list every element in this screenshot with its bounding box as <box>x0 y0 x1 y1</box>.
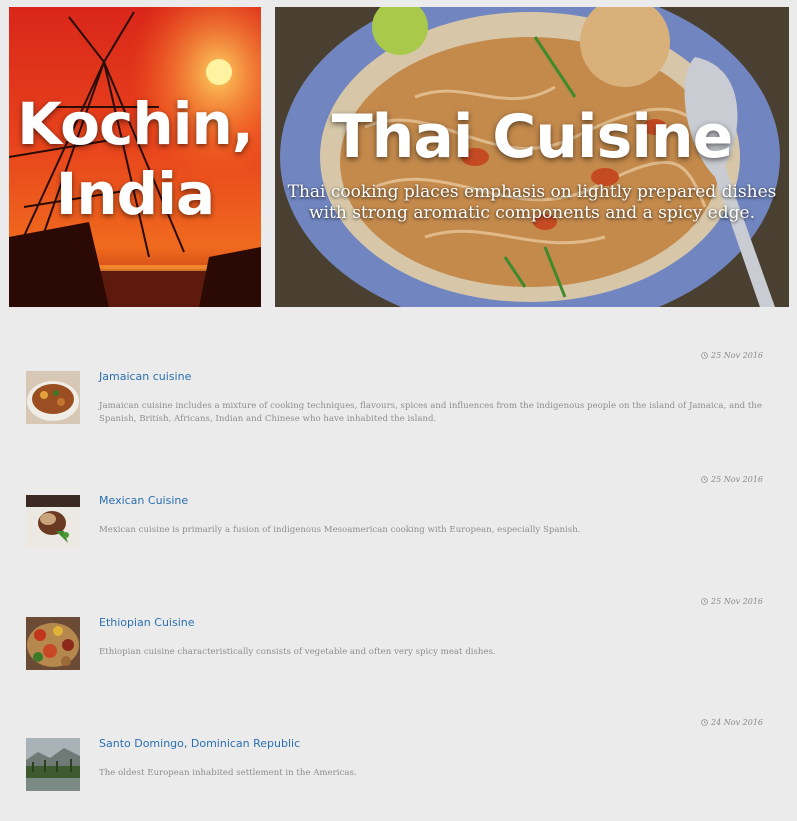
article-date-text: 25 Nov 2016 <box>711 597 763 606</box>
hero-card-kochin[interactable]: Kochin, India <box>9 7 261 307</box>
article-date: 25 Nov 2016 <box>701 597 763 606</box>
clock-icon <box>701 476 708 483</box>
ethiopian-platter-thumbnail[interactable] <box>26 617 80 670</box>
article-summary: Mexican cuisine is primarily a fusion of… <box>99 525 581 535</box>
article-date: 25 Nov 2016 <box>701 351 763 360</box>
clock-icon <box>701 598 708 605</box>
article-item-ethiopian: 25 Nov 2016 Ethiopian Cuisine Ethiopian … <box>9 597 789 707</box>
article-title-link[interactable]: Jamaican cuisine <box>99 370 191 383</box>
hero-thai-title: Thai Cuisine <box>331 102 734 172</box>
article-title-link[interactable]: Ethiopian Cuisine <box>99 616 195 629</box>
article-date-text: 24 Nov 2016 <box>711 718 763 727</box>
article-summary: Ethiopian cuisine characteristically con… <box>99 647 496 657</box>
article-date: 25 Nov 2016 <box>701 475 763 484</box>
article-summary: The oldest European inhabited settlement… <box>99 768 357 778</box>
article-date-text: 25 Nov 2016 <box>711 475 763 484</box>
article-date: 24 Nov 2016 <box>701 718 763 727</box>
santo-domingo-landscape-thumbnail[interactable] <box>26 738 80 791</box>
article-title-link[interactable]: Mexican Cuisine <box>99 494 188 507</box>
hero-card-thai-cuisine[interactable]: Thai Cuisine Thai cooking places emphasi… <box>275 7 789 307</box>
article-title-link[interactable]: Santo Domingo, Dominican Republic <box>99 737 300 750</box>
article-item-jamaican: 25 Nov 2016 Jamaican cuisine Jamaican cu… <box>9 351 789 461</box>
jamaican-soup-thumbnail[interactable] <box>26 371 80 424</box>
article-summary: Jamaican cuisine includes a mixture of c… <box>99 401 762 424</box>
mexican-dish-thumbnail[interactable] <box>26 495 80 548</box>
clock-icon <box>701 352 708 359</box>
article-item-mexican: 25 Nov 2016 Mexican Cuisine Mexican cuis… <box>9 475 789 585</box>
article-date-text: 25 Nov 2016 <box>711 351 763 360</box>
hero-thai-description: Thai cooking places emphasis on lightly … <box>287 182 777 223</box>
hero-kochin-title: Kochin, India <box>17 90 254 228</box>
article-item-santo-domingo: 24 Nov 2016 Santo Domingo, Dominican Rep… <box>9 718 789 821</box>
clock-icon <box>701 719 708 726</box>
